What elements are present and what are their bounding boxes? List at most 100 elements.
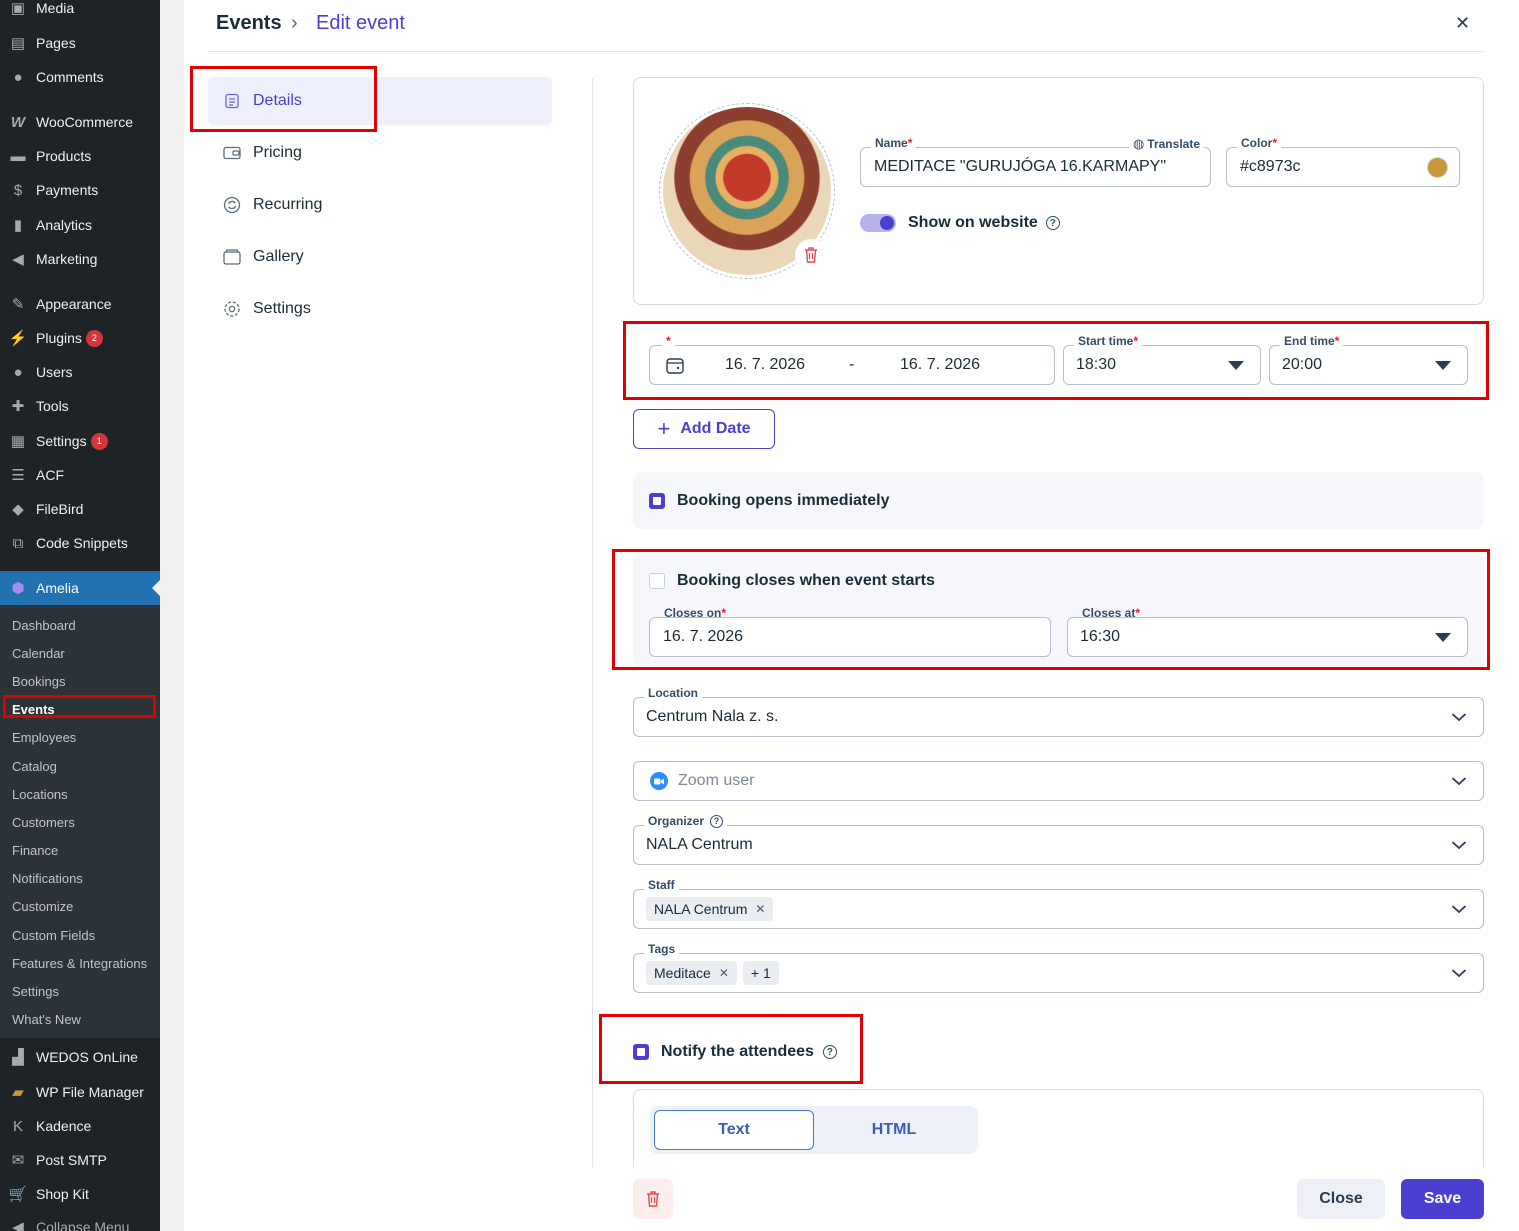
show-on-website-row: Show on website ? [860, 214, 1060, 232]
wp-menu-payments[interactable]: $ Payments [0, 175, 160, 205]
booking-closes-checkbox[interactable] [649, 573, 665, 589]
show-on-website-toggle[interactable] [860, 214, 896, 232]
tab-pricing[interactable]: Pricing [208, 129, 552, 177]
amelia-sub-employees[interactable]: Employees [12, 728, 76, 748]
notify-attendees-row: Notify the attendees ? [633, 1043, 837, 1061]
color-input[interactable]: #c8973c [1240, 158, 1301, 176]
name-input[interactable]: MEDITACE "GURUJÓGA 16.KARMAPY" [874, 158, 1166, 176]
pages-icon: ▤ [10, 35, 26, 52]
wp-menu-filebird[interactable]: ◆ FileBird [0, 494, 160, 524]
save-button[interactable]: Save [1401, 1179, 1484, 1219]
amelia-sub-customize[interactable]: Customize [12, 897, 73, 917]
wp-menu-analytics[interactable]: ▮ Analytics [0, 210, 160, 240]
editor-mode-switch: Text HTML [650, 1106, 978, 1154]
amelia-sub-notifications[interactable]: Notifications [12, 869, 83, 889]
wp-menu-post-smtp[interactable]: ✉ Post SMTP [0, 1145, 160, 1175]
wp-menu-appearance[interactable]: ✎ Appearance [0, 289, 160, 319]
help-icon[interactable]: ? [822, 1045, 837, 1059]
remove-chip-icon[interactable]: ✕ [719, 966, 729, 980]
recurring-icon [223, 196, 241, 214]
wp-menu-shop-kit[interactable]: 🛒 Shop Kit [0, 1179, 160, 1209]
wp-menu-settings[interactable]: ▦ Settings 1 [0, 426, 160, 456]
wp-menu-comments[interactable]: ● Comments [0, 62, 160, 92]
wp-menu-amelia[interactable]: ⬢ Amelia [0, 571, 160, 605]
closes-at-select[interactable]: Closes at* 16:30 [1067, 606, 1468, 657]
event-info-card: Name* ◍ Translate MEDITACE "GURUJÓGA 16.K… [633, 77, 1484, 305]
brush-icon: ✎ [11, 296, 25, 313]
amelia-sub-calendar[interactable]: Calendar [12, 644, 65, 664]
start-date-input[interactable]: 16. 7. 2026 [725, 356, 805, 374]
help-icon[interactable]: ? [1045, 216, 1060, 230]
amelia-sub-custom-fields[interactable]: Custom Fields [12, 926, 95, 946]
closes-on-field[interactable]: Closes on* 16. 7. 2026 [649, 606, 1051, 657]
staff-select[interactable]: Staff NALA Centrum ✕ [633, 878, 1484, 929]
color-field[interactable]: Color* #c8973c [1226, 136, 1460, 187]
zoom-user-select[interactable]: Zoom user [633, 761, 1484, 801]
wp-menu-collapse[interactable]: ◀ Collapse Menu [0, 1212, 160, 1231]
help-icon[interactable]: ? [710, 814, 724, 828]
wp-menu-tools[interactable]: ✚ Tools [0, 391, 160, 421]
amelia-sub-dashboard[interactable]: Dashboard [12, 616, 76, 636]
wp-menu-wp-file-manager[interactable]: ▰ WP File Manager [0, 1077, 160, 1107]
wp-admin-sidebar: ▣ Media ▤ Pages ● Comments W WooCommerce ▬ Pr… [0, 0, 160, 1231]
staff-chip: NALA Centrum ✕ [646, 897, 774, 921]
notify-attendees-checkbox[interactable] [633, 1044, 649, 1060]
organizer-select[interactable]: Organizer? NALA Centrum [633, 814, 1484, 865]
end-date-input[interactable]: 16. 7. 2026 [900, 356, 980, 374]
media-icon: ▣ [10, 0, 26, 17]
wp-menu-pages[interactable]: ▤ Pages [0, 28, 160, 58]
breadcrumb-events[interactable]: Events [216, 12, 282, 35]
tab-recurring[interactable]: Recurring [208, 181, 552, 229]
wp-menu-kadence[interactable]: K Kadence [0, 1111, 160, 1141]
tags-select[interactable]: Tags Meditace ✕ + 1 [633, 942, 1484, 993]
breadcrumb-separator-icon: › [291, 12, 298, 34]
amelia-sub-whats-new[interactable]: What's New [12, 1010, 81, 1030]
amelia-sub-customers[interactable]: Customers [12, 813, 75, 833]
wp-menu-media[interactable]: ▣ Media [0, 0, 160, 23]
remove-chip-icon[interactable]: ✕ [755, 902, 765, 916]
wp-menu-products[interactable]: ▬ Products [0, 141, 160, 171]
settings-update-badge: 1 [90, 432, 108, 450]
caret-down-icon [1435, 361, 1451, 370]
booking-opens-checkbox[interactable] [649, 492, 665, 509]
booking-closes-panel: Booking closes when event starts Closes … [633, 553, 1484, 666]
wp-menu-wedos[interactable]: ▟ WEDOS OnLine [0, 1042, 160, 1072]
footer: Close Save [592, 1167, 1519, 1231]
tab-details[interactable]: Details [208, 77, 552, 125]
wp-menu-marketing[interactable]: ◀ Marketing [0, 244, 160, 274]
acf-icon: ☰ [11, 467, 25, 484]
amelia-sub-settings[interactable]: Settings [12, 982, 59, 1002]
date-range-field[interactable]: * 16. 7. 2026 - 16. 7. 2026 [649, 334, 1055, 385]
editor-tab-html[interactable]: HTML [814, 1110, 974, 1150]
close-icon[interactable]: ✕ [1455, 13, 1470, 34]
wp-menu-users[interactable]: ● Users [0, 357, 160, 387]
end-time-select[interactable]: End time* 20:00 [1269, 334, 1468, 385]
translate-link[interactable]: ◍ Translate [1128, 136, 1204, 152]
wp-menu-plugins[interactable]: ⚡ Plugins 2 [0, 323, 160, 353]
delete-event-button[interactable] [633, 1179, 673, 1219]
color-swatch[interactable] [1427, 157, 1448, 178]
amelia-sub-bookings[interactable]: Bookings [12, 672, 65, 692]
add-date-button[interactable]: + Add Date [633, 409, 775, 449]
close-button[interactable]: Close [1297, 1179, 1385, 1219]
amelia-sub-events[interactable]: Events [12, 700, 55, 720]
wp-menu-acf[interactable]: ☰ ACF [0, 460, 160, 490]
location-select[interactable]: Location Centrum Nala z. s. [633, 686, 1484, 737]
chevron-down-icon [1451, 841, 1467, 850]
amelia-sub-finance[interactable]: Finance [12, 841, 58, 861]
calendar-icon [666, 357, 684, 374]
analytics-icon: ▮ [13, 217, 23, 234]
amelia-sub-catalog[interactable]: Catalog [12, 757, 57, 777]
date-range-separator: - [849, 356, 855, 373]
amelia-sub-features-integrations[interactable]: Features & Integrations [12, 954, 147, 974]
start-time-select[interactable]: Start time* 18:30 [1063, 334, 1261, 385]
amelia-sub-locations[interactable]: Locations [12, 785, 68, 805]
delete-image-button[interactable] [795, 239, 827, 271]
editor-tab-text[interactable]: Text [654, 1110, 814, 1150]
payments-icon: $ [13, 181, 23, 199]
name-field[interactable]: Name* ◍ Translate MEDITACE "GURUJÓGA 16.K… [860, 136, 1211, 187]
wp-menu-woocommerce[interactable]: W WooCommerce [0, 107, 160, 137]
tab-gallery[interactable]: Gallery [208, 233, 552, 281]
tab-settings[interactable]: Settings [208, 285, 552, 333]
wp-menu-code-snippets[interactable]: ⧉ Code Snippets [0, 528, 160, 558]
